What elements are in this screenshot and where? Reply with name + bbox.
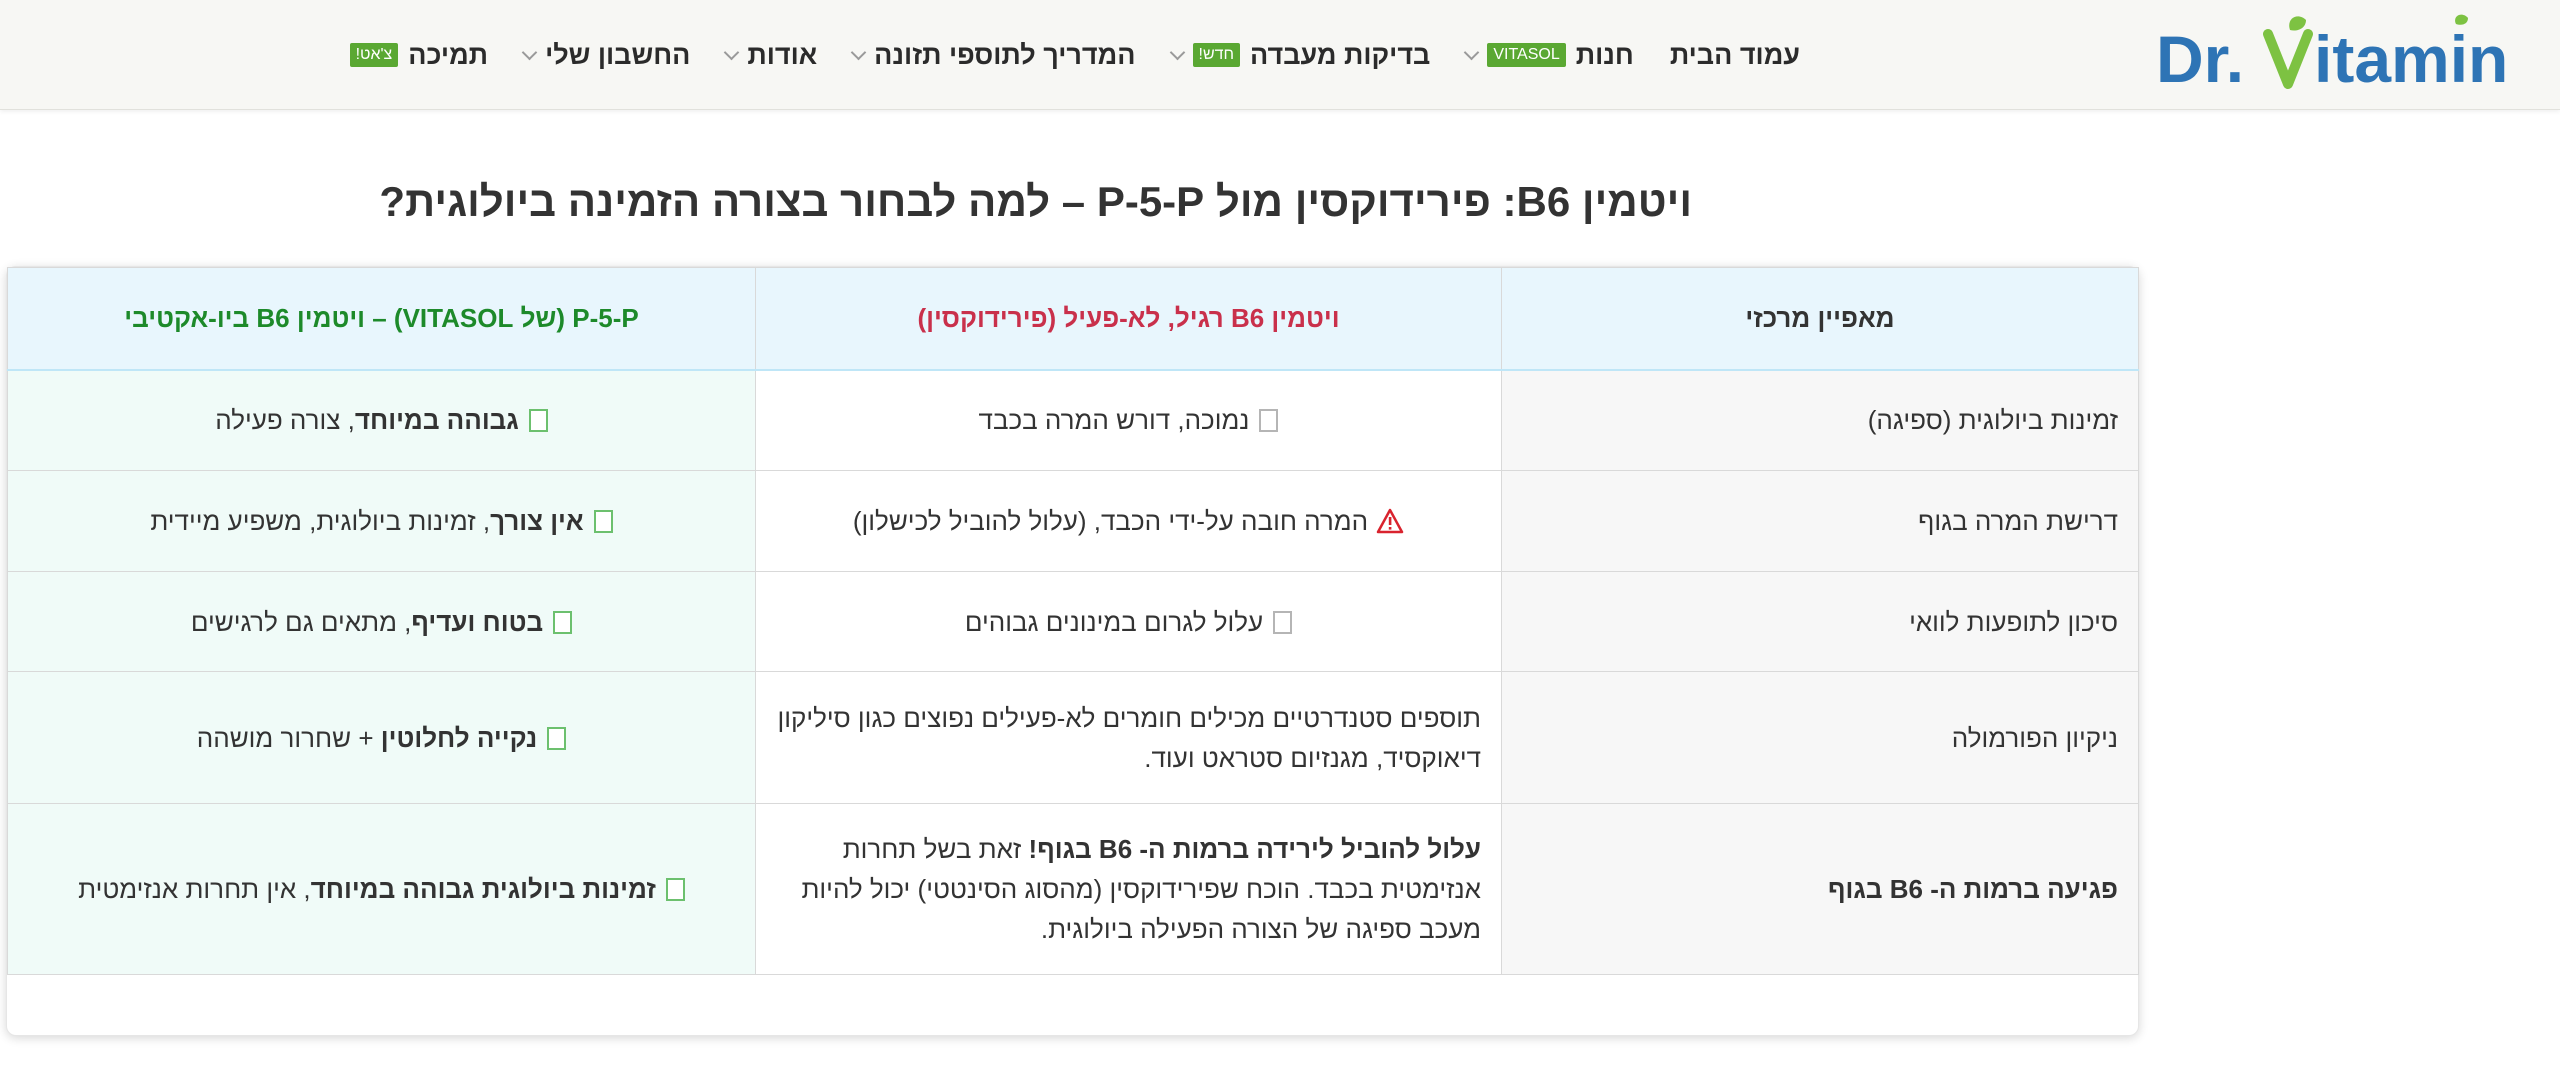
header-p5p-text: P-5-P (של VITASOL) – ויטמין B6 ביו-אקטיב… [124,303,639,334]
header-feature: מאפיין מרכזי [1501,267,2139,371]
logo-leaf-icon [2289,16,2306,31]
checkbox-icon [593,510,613,533]
chevron-down-icon[interactable] [1464,44,1480,60]
nav-lab-tests[interactable]: בדיקות מעבדה חדש! [1169,39,1431,71]
cell-p5p-bold: נקייה לחלוטין [380,722,538,753]
chevron-down-icon[interactable] [724,44,740,60]
checkbox-icon [547,726,567,750]
chevron-down-icon[interactable] [850,44,867,60]
table-row: דרישת המרה בגוף המרה חובה על-ידי הכבד, (… [7,470,2139,572]
page-title: ויטמין B6: פירידוקסין מול P-5-P – למה לב… [379,178,1692,225]
cell-p5p-text: , מתאים גם לרגישים [190,606,412,637]
checkbox-icon [665,878,685,901]
nav-support-badge: צ'אט! [349,43,399,67]
header-p5p: P-5-P (של VITASOL) – ויטמין B6 ביו-אקטיב… [7,267,756,371]
cell-regular-text: עלול לגרום במינונים גבוהים [964,606,1264,637]
cell-regular: עלול להוביל לירידה ברמות ה- B6 בגוף! זאת… [755,803,1502,975]
nav-supplements-guide[interactable]: המדריך לתוספי תזונה [850,39,1136,71]
cell-p5p-bold: אין צורך [490,506,584,536]
nav-shop-label: חנות [1575,39,1634,70]
dr-vitamin-logo[interactable]: Dr. itamin [2156,14,2536,94]
checkbox-icon [553,610,573,634]
cell-p5p-bold: זמינות ביולוגית גבוהה במיוחד [310,874,656,904]
nav-supplements-guide-label: המדריך לתוספי תזונה [874,39,1136,70]
empty-box-icon [1273,610,1293,634]
cell-p5p: אין צורך, זמינות ביולוגית, משפיע מיידית [7,470,756,572]
cell-p5p-text: , צורה פעילה [215,405,355,436]
table-row: ניקיון הפורמולה תוספים סטנדרטיים מכילים … [7,671,2139,804]
cell-regular-text: נמוכה, דורש המרה בכבד [978,405,1250,436]
table-row: זמינות ביולוגית (ספיגה) נמוכה, דורש המרה… [7,369,2139,471]
comparison-card: מאפיין מרכזי ויטמין B6 רגיל, לא-פעיל (פי… [6,266,2139,1036]
cell-feature: זמינות ביולוגית (ספיגה) [1501,369,2139,471]
nav-about[interactable]: אודות [724,39,818,71]
cell-feature: סיכון לתופעות לוואי [1501,571,2139,672]
cell-regular-bold: עלול להוביל לירידה ברמות ה- B6 בגוף! [1028,834,1481,864]
cell-p5p-text: , אין תחרות אנזימטית [78,874,311,904]
nav-support[interactable]: תמיכה צ'אט! [349,39,489,71]
nav-about-label: אודות [747,39,818,70]
cell-regular-text: תוספים סטנדרטיים מכילים חומרים לא-פעילים… [777,702,1481,773]
empty-box-icon [1259,409,1279,433]
cell-regular: תוספים סטנדרטיים מכילים חומרים לא-פעילים… [755,671,1502,804]
cell-p5p-text: + שחרור מושהה [196,722,381,753]
cell-p5p: זמינות ביולוגית גבוהה במיוחד, אין תחרות … [7,803,756,975]
chevron-down-icon[interactable] [521,44,538,60]
cell-feature-bold: פגיעה ברמות ה- B6 בגוף [1828,874,2118,904]
warning-icon [1376,508,1404,534]
nav-shop-badge: VITASOL [1487,43,1566,67]
nav-lab-tests-label: בדיקות מעבדה [1250,39,1431,70]
table-row: סיכון לתופעות לוואי עלול לגרום במינונים … [7,571,2139,672]
cell-regular: עלול לגרום במינונים גבוהים [755,571,1502,672]
site-header: Dr. itamin עמוד הבית חנות VITASOL בדיקות… [0,0,2560,110]
header-regular-b6: ויטמין B6 רגיל, לא-פעיל (פירידוקסין) [755,267,1502,371]
main-nav: עמוד הבית חנות VITASOL בדיקות מעבדה חדש!… [314,0,1800,110]
nav-my-account[interactable]: החשבון שלי [521,39,691,71]
chevron-down-icon[interactable] [1169,44,1185,60]
nav-home-label: עמוד הבית [1669,39,1800,70]
nav-home[interactable]: עמוד הבית [1670,40,1800,71]
table-header-row: מאפיין מרכזי ויטמין B6 רגיל, לא-פעיל (פי… [7,267,2139,371]
nav-lab-tests-badge: חדש! [1192,43,1241,67]
logo-v-mark [2263,29,2313,89]
cell-p5p-text: , זמינות ביולוגית, משפיע מיידית [150,506,491,536]
cell-regular: נמוכה, דורש המרה בכבד [755,369,1502,471]
nav-my-account-label: החשבון שלי [545,39,691,70]
logo-text-itamin: itamin [2314,22,2508,94]
table-row: פגיעה ברמות ה- B6 בגוף עלול להוביל ליריד… [7,803,2139,975]
cell-feature: פגיעה ברמות ה- B6 בגוף [1501,803,2139,975]
logo-text-dr: Dr. [2156,22,2244,94]
comparison-table: מאפיין מרכזי ויטמין B6 רגיל, לא-פעיל (פי… [7,267,2139,975]
cell-feature: ניקיון הפורמולה [1501,671,2139,804]
checkbox-icon [528,409,548,433]
cell-regular-text: המרה חובה על-ידי הכבד, (עלול להוביל לכיש… [852,506,1369,536]
cell-p5p: גבוהה במיוחד, צורה פעילה [7,369,756,471]
cell-regular: המרה חובה על-ידי הכבד, (עלול להוביל לכיש… [755,470,1502,572]
nav-support-label: תמיכה [408,39,489,70]
cell-p5p: נקייה לחלוטין + שחרור מושהה [7,671,756,804]
cell-p5p-bold: בטוח ועדיף [411,606,544,637]
cell-p5p-bold: גבוהה במיוחד [354,405,519,436]
cell-p5p: בטוח ועדיף, מתאים גם לרגישים [7,571,756,672]
nav-shop[interactable]: חנות VITASOL [1464,39,1634,71]
cell-feature: דרישת המרה בגוף [1501,470,2139,572]
